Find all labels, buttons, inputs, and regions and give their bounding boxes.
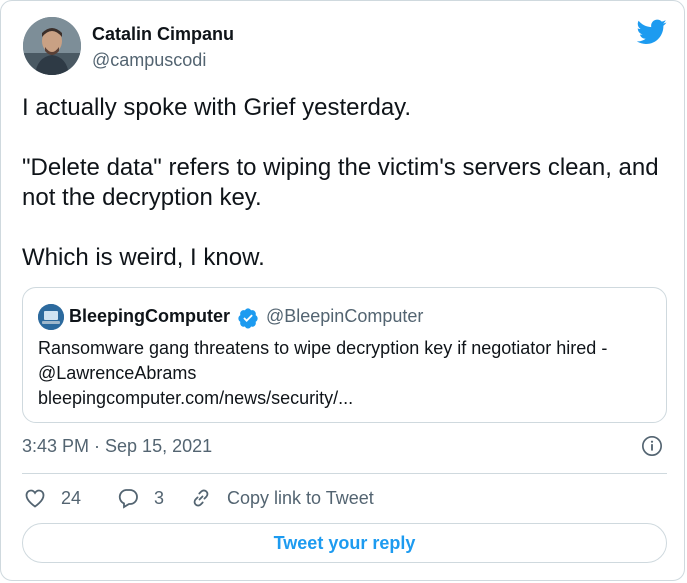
quoted-author-name[interactable]: BleepingComputer xyxy=(69,306,230,327)
reply-bubble-icon xyxy=(118,489,138,509)
copy-link-label: Copy link to Tweet xyxy=(227,487,374,508)
tweet-body: I actually spoke with Grief yesterday. "… xyxy=(22,93,662,273)
quoted-author-handle[interactable]: @BleepinComputer xyxy=(266,306,423,327)
like-button[interactable]: 24 xyxy=(23,485,81,511)
quoted-link[interactable]: bleepingcomputer.com/news/security/... xyxy=(38,386,653,411)
tweet-your-reply-button[interactable]: Tweet your reply xyxy=(22,523,667,563)
verified-badge-icon xyxy=(238,308,258,329)
quoted-tweet[interactable]: BleepingComputer @BleepinComputer Ransom… xyxy=(22,287,667,423)
reply-count: 3 xyxy=(154,487,165,508)
heart-icon xyxy=(25,489,45,508)
quoted-text: Ransomware gang threatens to wipe decryp… xyxy=(38,336,653,411)
author-avatar[interactable] xyxy=(23,17,81,75)
like-count: 24 xyxy=(61,487,82,508)
tweet-card: Catalin Cimpanu @campuscodi I actually s… xyxy=(0,0,685,581)
quoted-mention[interactable]: @LawrenceAbrams xyxy=(38,361,653,386)
tweet-paragraph: Which is weird, I know. xyxy=(22,244,265,271)
copy-link-button[interactable]: Copy link to Tweet xyxy=(189,485,374,511)
tweet-paragraph: "Delete data" refers to wiping the victi… xyxy=(22,154,659,211)
author-handle[interactable]: @campuscodi xyxy=(92,50,206,71)
reply-button[interactable]: 3 xyxy=(116,485,164,511)
quoted-text-line: Ransomware gang threatens to wipe decryp… xyxy=(38,338,608,358)
tweet-timestamp[interactable]: 3:43 PM · Sep 15, 2021 xyxy=(22,436,212,457)
quoted-avatar[interactable] xyxy=(38,304,64,330)
tweet-paragraph: I actually spoke with Grief yesterday. xyxy=(22,94,412,121)
info-icon[interactable] xyxy=(641,435,663,457)
twitter-bird-icon[interactable] xyxy=(637,19,667,45)
author-name[interactable]: Catalin Cimpanu xyxy=(92,24,234,45)
link-icon xyxy=(193,489,209,507)
divider xyxy=(22,473,667,474)
